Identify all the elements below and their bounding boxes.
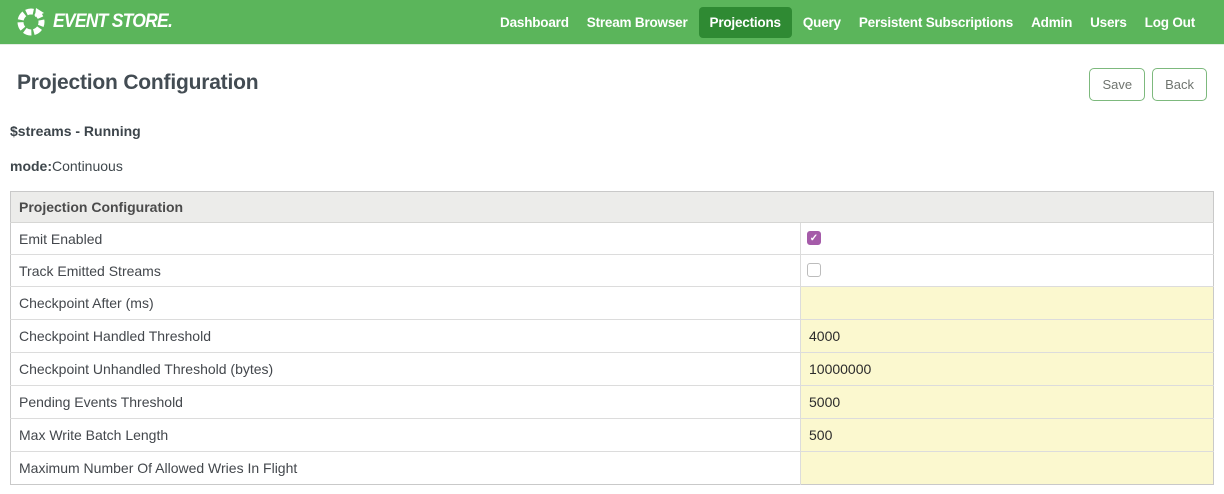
config-row-value bbox=[801, 287, 1214, 320]
header-buttons: Save Back bbox=[1089, 68, 1207, 101]
config-row-label: Checkpoint After (ms) bbox=[11, 287, 801, 320]
nav-item-projections[interactable]: Projections bbox=[699, 7, 792, 38]
nav-item-stream-browser[interactable]: Stream Browser bbox=[578, 7, 697, 38]
nav-item-query[interactable]: Query bbox=[794, 7, 850, 38]
config-row-label: Emit Enabled bbox=[11, 223, 801, 255]
top-navbar: EVENT STORE. DashboardStream BrowserProj… bbox=[0, 0, 1224, 45]
config-row-label: Max Write Batch Length bbox=[11, 419, 801, 452]
track-emitted-streams-checkbox[interactable] bbox=[807, 263, 821, 277]
back-button[interactable]: Back bbox=[1152, 68, 1207, 101]
logo-text: EVENT STORE. bbox=[53, 11, 172, 33]
config-table: Projection Configuration Emit Enabled ✓ Tr… bbox=[10, 191, 1214, 485]
table-row: Checkpoint Unhandled Threshold (bytes) bbox=[11, 353, 1214, 386]
projection-name-status: $streams - Running bbox=[10, 123, 1214, 139]
nav-menu: DashboardStream BrowserProjectionsQueryP… bbox=[491, 7, 1204, 38]
nav-item-log-out[interactable]: Log Out bbox=[1136, 7, 1204, 38]
config-row-label: Maximum Number Of Allowed Wries In Fligh… bbox=[11, 452, 801, 485]
table-row: Max Write Batch Length bbox=[11, 419, 1214, 452]
table-row: Emit Enabled ✓ bbox=[11, 223, 1214, 255]
table-row: Track Emitted Streams bbox=[11, 255, 1214, 287]
nav-item-dashboard[interactable]: Dashboard bbox=[491, 7, 578, 38]
config-row-value bbox=[801, 452, 1214, 485]
config-row-label: Checkpoint Unhandled Threshold (bytes) bbox=[11, 353, 801, 386]
checkpoint-after-ms-input[interactable] bbox=[801, 287, 1213, 319]
config-row-value: ✓ bbox=[801, 223, 1214, 255]
maximum-number-of-allowed-wries-in-flight-input[interactable] bbox=[801, 452, 1213, 484]
config-row-label: Checkpoint Handled Threshold bbox=[11, 320, 801, 353]
table-row: Maximum Number Of Allowed Wries In Fligh… bbox=[11, 452, 1214, 485]
config-row-label: Track Emitted Streams bbox=[11, 255, 801, 287]
table-row: Pending Events Threshold bbox=[11, 386, 1214, 419]
event-store-logo[interactable]: EVENT STORE. bbox=[16, 7, 182, 37]
config-row-label: Pending Events Threshold bbox=[11, 386, 801, 419]
config-row-value bbox=[801, 320, 1214, 353]
mode-label: mode: bbox=[10, 158, 52, 174]
page-header: Projection Configuration Save Back bbox=[0, 45, 1224, 101]
emit-enabled-checkbox[interactable]: ✓ bbox=[807, 231, 821, 245]
pending-events-threshold-input[interactable] bbox=[801, 386, 1213, 418]
config-table-wrap: Projection Configuration Emit Enabled ✓ Tr… bbox=[10, 191, 1214, 485]
config-row-value bbox=[801, 386, 1214, 419]
nav-item-persistent-subscriptions[interactable]: Persistent Subscriptions bbox=[850, 7, 1022, 38]
nav-item-users[interactable]: Users bbox=[1081, 7, 1136, 38]
config-table-body: Emit Enabled✓Track Emitted StreamsCheckp… bbox=[11, 223, 1214, 485]
table-row: Checkpoint After (ms) bbox=[11, 287, 1214, 320]
config-row-value bbox=[801, 353, 1214, 386]
save-button[interactable]: Save bbox=[1089, 68, 1145, 101]
page-title: Projection Configuration bbox=[17, 71, 258, 95]
nav-item-admin[interactable]: Admin bbox=[1022, 7, 1081, 38]
circular-arrow-icon bbox=[16, 7, 46, 37]
projection-mode-line: mode:Continuous bbox=[10, 158, 1214, 174]
config-row-value bbox=[801, 419, 1214, 452]
config-row-value bbox=[801, 255, 1214, 287]
checkpoint-handled-threshold-input[interactable] bbox=[801, 320, 1213, 352]
max-write-batch-length-input[interactable] bbox=[801, 419, 1213, 451]
projection-meta: $streams - Running mode:Continuous bbox=[0, 123, 1224, 174]
table-row: Checkpoint Handled Threshold bbox=[11, 320, 1214, 353]
mode-value: Continuous bbox=[52, 158, 123, 174]
config-table-title: Projection Configuration bbox=[11, 192, 1214, 223]
checkpoint-unhandled-threshold-bytes-input[interactable] bbox=[801, 353, 1213, 385]
